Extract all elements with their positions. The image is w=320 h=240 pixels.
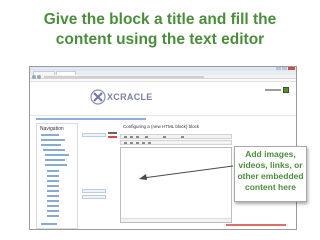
- nav-item[interactable]: [47, 180, 59, 182]
- editor-status-bar: [121, 218, 231, 222]
- callout-line-3: other embedded: [237, 171, 304, 181]
- nav-item[interactable]: [47, 170, 59, 172]
- nav-item[interactable]: [41, 223, 57, 225]
- align-center-icon[interactable]: [130, 142, 133, 144]
- nav-item[interactable]: [47, 215, 59, 217]
- slide-title-line-1: Give the block a title and fill the: [43, 11, 277, 28]
- window-controls: [276, 67, 295, 70]
- user-name-text: [265, 89, 281, 91]
- add-block-button[interactable]: [82, 195, 106, 199]
- minimize-icon[interactable]: [276, 67, 281, 70]
- navigation-title: Navigation: [40, 126, 64, 132]
- add-block-button[interactable]: [82, 189, 106, 193]
- editor-toolbar: [120, 134, 232, 139]
- nav-item[interactable]: [45, 154, 69, 156]
- link-icon[interactable]: [136, 142, 139, 144]
- format-select[interactable]: [181, 136, 184, 138]
- font-select[interactable]: [145, 136, 148, 138]
- nav-item[interactable]: [47, 175, 59, 177]
- nav-item[interactable]: [47, 190, 59, 192]
- nav-item[interactable]: [41, 134, 59, 136]
- nav-item[interactable]: [47, 205, 59, 207]
- logo-x-icon: [90, 89, 106, 105]
- italic-icon[interactable]: [130, 136, 133, 138]
- nav-item[interactable]: [45, 159, 65, 161]
- logo-text: XCRACLE: [107, 92, 153, 102]
- nav-item[interactable]: [43, 149, 65, 151]
- size-select[interactable]: [163, 136, 166, 138]
- media-icon[interactable]: [148, 142, 151, 144]
- user-menu[interactable]: [265, 87, 289, 93]
- turn-editing-button[interactable]: [82, 133, 106, 137]
- callout-line-1: Add images,: [245, 149, 296, 159]
- url-field[interactable]: [44, 76, 204, 78]
- nav-item[interactable]: [41, 139, 65, 141]
- site-header: XCRACLE: [30, 82, 296, 116]
- callout-box: Add images, videos, links, or other embe…: [234, 146, 307, 202]
- image-icon[interactable]: [142, 142, 145, 144]
- callout-line-4: content here: [244, 182, 296, 192]
- content-editor[interactable]: [120, 147, 232, 223]
- maximize-icon[interactable]: [282, 67, 287, 70]
- slide-title: Give the block a title and fill the cont…: [0, 10, 320, 50]
- callout-line-2: videos, links, or: [238, 160, 303, 170]
- header-divider: [30, 115, 296, 116]
- nav-item[interactable]: [47, 195, 59, 197]
- bold-icon[interactable]: [124, 136, 127, 138]
- breadcrumb[interactable]: [36, 118, 146, 120]
- site-logo[interactable]: XCRACLE: [90, 89, 153, 105]
- content-label: [108, 136, 117, 138]
- required-fields-note: [226, 224, 286, 226]
- callout-arrow-icon: [139, 165, 234, 180]
- nav-item[interactable]: [47, 210, 59, 212]
- block-title-label: [108, 132, 117, 134]
- nav-item[interactable]: [45, 164, 67, 166]
- window-close-icon[interactable]: [288, 67, 295, 70]
- align-left-icon[interactable]: [124, 142, 127, 144]
- user-avatar-icon[interactable]: [283, 87, 289, 93]
- underline-icon[interactable]: [136, 136, 139, 138]
- nav-item[interactable]: [47, 200, 59, 202]
- form-heading: Configuring a (new HTML block) block: [123, 124, 200, 129]
- editor-toolbar-2: [120, 140, 232, 145]
- slide-title-line-2: content using the text editor: [55, 31, 265, 48]
- nav-item[interactable]: [41, 144, 61, 146]
- nav-item[interactable]: [47, 185, 59, 187]
- navigation-block: Navigation: [36, 123, 78, 229]
